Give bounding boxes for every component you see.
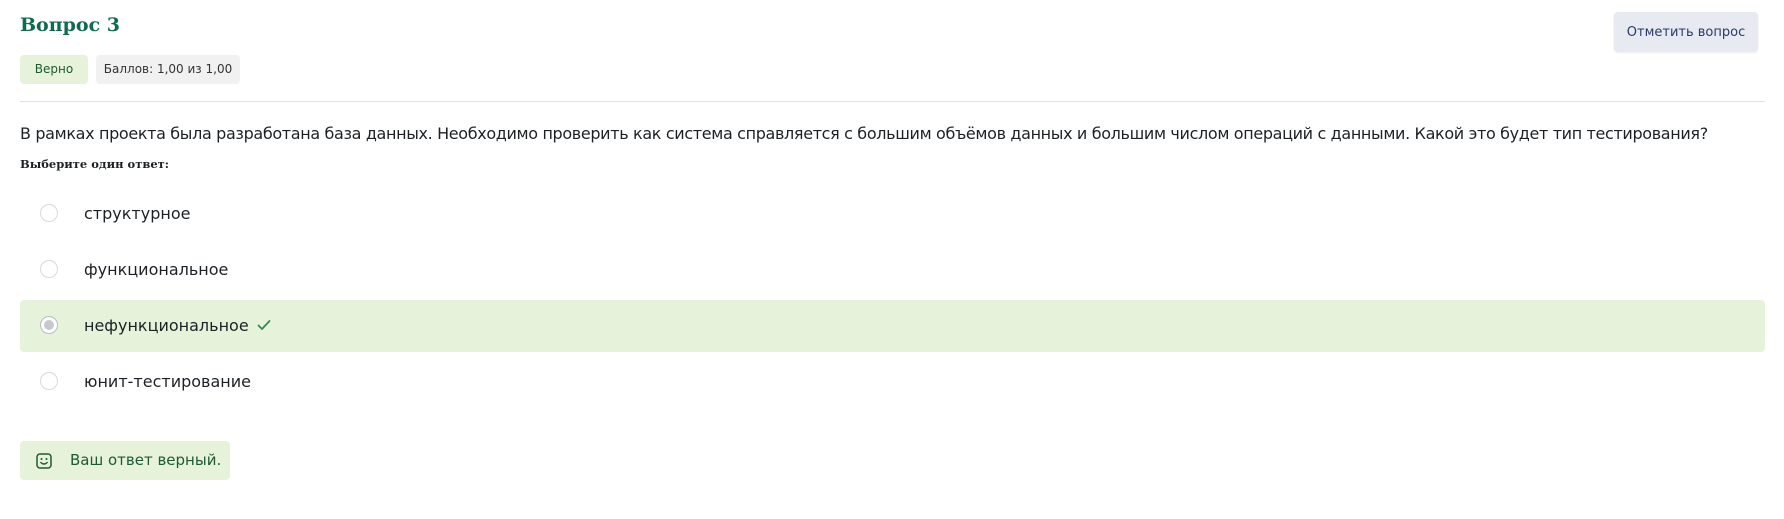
question-text: В рамках проекта была разработана база д… <box>20 124 1708 143</box>
answer-option[interactable]: структурное <box>20 188 1765 240</box>
answer-option-correct[interactable]: нефункциональное <box>20 300 1765 352</box>
answer-label: нефункциональное <box>84 316 249 335</box>
divider <box>20 101 1765 102</box>
answer-label: функциональное <box>84 260 229 279</box>
radio-button-selected[interactable] <box>40 316 58 334</box>
feedback-text: Ваш ответ верный. <box>70 451 222 469</box>
question-title: Вопрос 3 <box>20 14 121 36</box>
radio-button[interactable] <box>40 204 58 222</box>
grade-badge: Баллов: 1,00 из 1,00 <box>96 55 240 84</box>
feedback-box: Ваш ответ верный. <box>20 441 230 480</box>
answer-prompt: Выберите один ответ: <box>20 157 170 171</box>
check-icon <box>257 320 271 330</box>
flag-question-button[interactable]: Отметить вопрос <box>1614 12 1758 52</box>
radio-button[interactable] <box>40 260 58 278</box>
smile-icon <box>36 453 52 469</box>
answer-label: структурное <box>84 204 191 223</box>
radio-button[interactable] <box>40 372 58 390</box>
status-badge: Верно <box>20 55 88 84</box>
answer-option[interactable]: функциональное <box>20 244 1765 296</box>
answer-label: юнит-тестирование <box>84 372 251 391</box>
question-page: Вопрос 3 Верно Баллов: 1,00 из 1,00 Отме… <box>0 0 1784 519</box>
answer-option[interactable]: юнит-тестирование <box>20 356 1765 408</box>
